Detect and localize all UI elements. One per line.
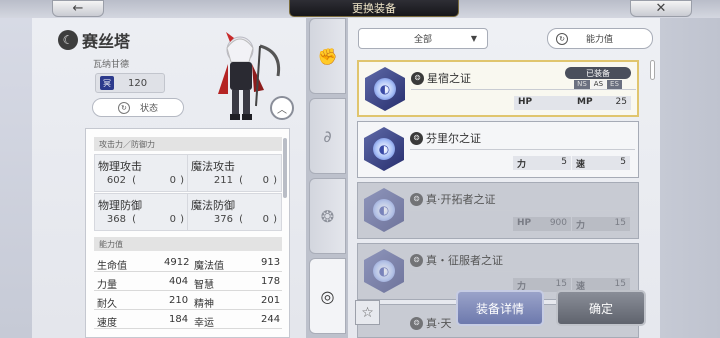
weapon-fist-icon: ✊ [317, 46, 338, 66]
stat-cell-phys-defense: 物理防御 368 ( 0 ) [94, 193, 189, 231]
equipment-detail-button[interactable]: 装备详情 [456, 290, 544, 326]
refresh-icon: ↻ [117, 101, 130, 114]
emblem-gem-icon: ◐ [365, 67, 405, 111]
chevron-up-icon: ︿ [277, 104, 287, 116]
close-button[interactable]: ✕ [630, 0, 692, 17]
armor-icon: ∂ [323, 126, 332, 146]
item-stat: MP 25 [573, 96, 631, 110]
game-screen: ← 更换装备 ✕ ☾ 赛丝塔 瓦纳甘德 冥 120 ↻ 状态 ︿ 攻击力／防御力… [0, 0, 720, 338]
accessory-icon: ❂ [320, 206, 335, 226]
screen-title: 更换装备 [289, 0, 459, 17]
class-level-box: 冥 120 [95, 73, 165, 93]
item-stat: 力 15 [572, 217, 630, 231]
back-arrow-icon: ← [72, 1, 84, 16]
medal-icon: ❂ [410, 253, 423, 267]
equipment-item[interactable]: ◐ ❂ 真·开拓者之证 HP 900 力 15 [357, 182, 639, 239]
character-name: ☾ 赛丝塔 [58, 28, 130, 52]
ability-row: 耐久 210 精神 201 [94, 291, 282, 310]
dropdown-arrow-icon: ▼ [470, 34, 477, 43]
item-name: 真·天 [426, 317, 452, 330]
confirm-button[interactable]: 确定 [556, 290, 646, 326]
ability-section-title: 能力值 [94, 237, 282, 251]
category-dropdown[interactable]: 全部 ▼ [358, 28, 488, 49]
stats-scrollbar[interactable] [283, 138, 287, 198]
item-stat: HP 900 [513, 217, 571, 231]
medal-icon: ❂ [410, 131, 423, 145]
class-name: 瓦纳甘德 [93, 60, 130, 70]
expand-up-button[interactable]: ︿ [270, 96, 294, 120]
tab-accessory[interactable]: ❂ [309, 178, 346, 254]
star-icon: ☆ [361, 304, 374, 321]
equipment-item[interactable]: ◐ ❂ 星宿之证 已装备 NS AS ES HP 300 MP 25 [357, 60, 639, 117]
character-emblem-icon: ☾ [58, 30, 78, 50]
right-edge-panel [660, 18, 720, 338]
level-value: 120 [128, 77, 148, 89]
medal-icon: ❂ [410, 192, 423, 206]
tab-weapon[interactable]: ✊ [309, 18, 346, 94]
stat-cell-magic-defense: 魔法防御 376 ( 0 ) [187, 193, 282, 231]
stat-cell-phys-attack: 物理攻击 602 ( 0 ) [94, 154, 189, 192]
status-button[interactable]: ↻ 状态 [92, 98, 184, 117]
ability-row: 生命值 4912 魔法值 913 [94, 253, 282, 272]
close-icon: ✕ [655, 1, 667, 16]
back-button[interactable]: ← [52, 0, 104, 17]
item-stat: 速 5 [572, 156, 630, 170]
emblem-gem-icon: ◐ [364, 249, 404, 293]
equipment-item[interactable]: ◐ ❂ 芬里尔之证 力 5 速 5 [357, 121, 639, 178]
ability-row: 速度 184 幸运 244 [94, 310, 282, 329]
medal-icon: ❂ [410, 316, 423, 330]
emblem-gem-icon: ◐ [364, 127, 404, 171]
tab-emblem[interactable]: ◎ [309, 258, 346, 334]
item-name: 星宿之证 [427, 72, 471, 85]
item-name: 芬里尔之证 [426, 132, 481, 145]
stats-panel: 攻击力／防御力 物理攻击 602 ( 0 ) 魔法攻击 211 ( 0 ) 物理… [85, 128, 290, 338]
medal-icon: ❂ [411, 71, 424, 85]
item-name: 真·开拓者之证 [426, 193, 496, 206]
stat-cell-magic-attack: 魔法攻击 211 ( 0 ) [187, 154, 282, 192]
equipment-tabs: ✊ ∂ ❂ ◎ [306, 18, 348, 338]
stats-section-title: 攻击力／防御力 [94, 137, 282, 151]
item-stat: 力 5 [513, 156, 571, 170]
emblem-gem-icon: ◐ [364, 188, 404, 232]
sort-button[interactable]: ↻ 能力值 [547, 28, 653, 49]
item-name: 真・征服者之证 [426, 254, 503, 267]
favorite-button[interactable]: ☆ [355, 300, 380, 325]
refresh-icon: ↻ [556, 32, 568, 45]
ability-row: 力量 404 智慧 178 [94, 272, 282, 291]
list-scrollbar[interactable] [650, 60, 655, 80]
emblem-icon: ◎ [320, 286, 335, 306]
class-icon: 冥 [100, 76, 114, 90]
tab-armor[interactable]: ∂ [309, 98, 346, 174]
